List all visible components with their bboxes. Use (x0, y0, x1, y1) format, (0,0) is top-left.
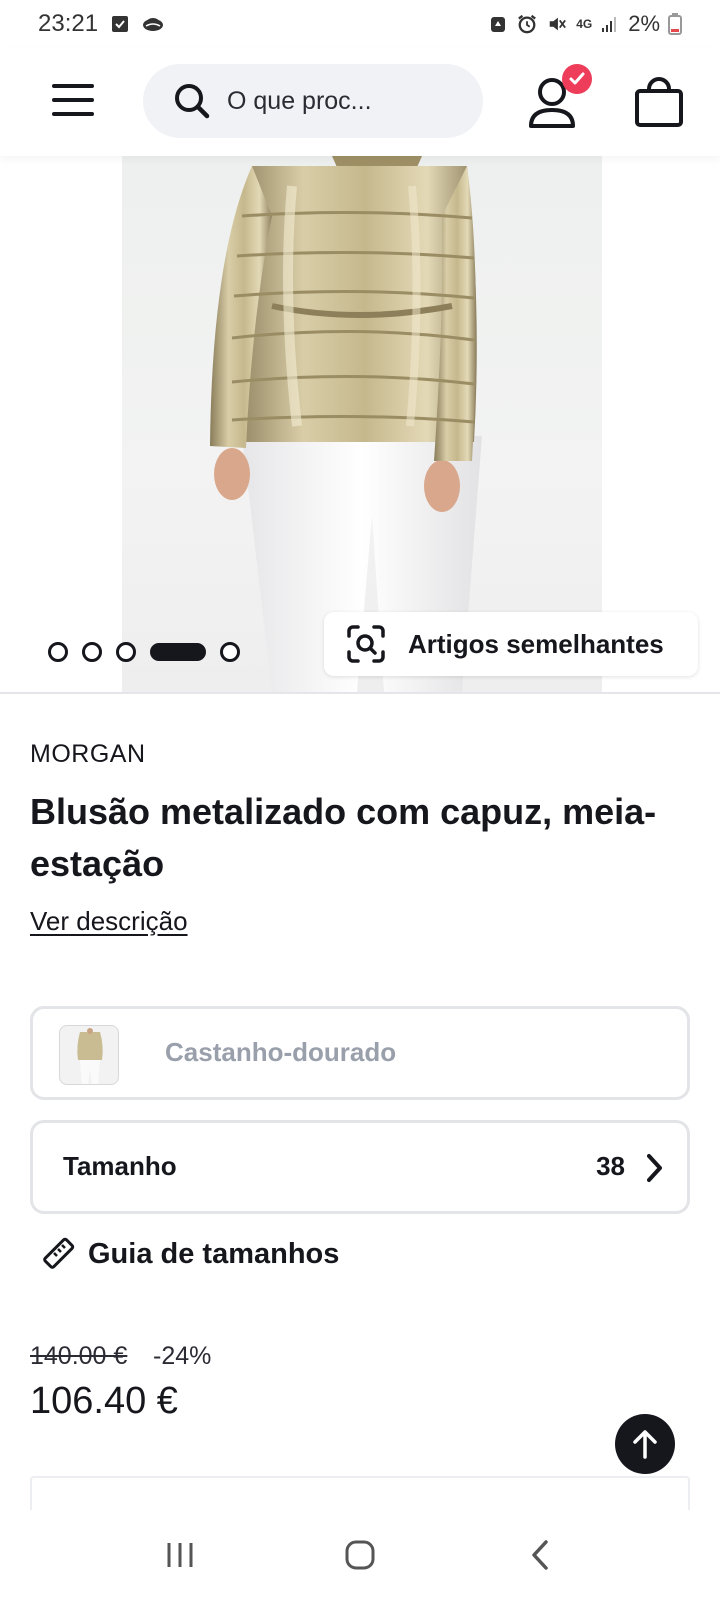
scroll-to-top-button[interactable] (615, 1414, 675, 1474)
discount-badge: -24% (153, 1342, 212, 1370)
recent-apps-icon (167, 1543, 193, 1567)
original-price: 140.00 € (30, 1342, 128, 1370)
alarm-icon (518, 14, 537, 34)
view-description-link[interactable]: Ver descrição (30, 906, 188, 937)
chevron-right-icon (647, 1154, 662, 1182)
logged-in-badge (562, 64, 592, 94)
gallery-dot[interactable] (82, 642, 102, 662)
gallery-dot[interactable] (220, 642, 240, 662)
mute-icon (549, 17, 567, 31)
back-icon (532, 1540, 548, 1570)
product-gallery[interactable]: Artigos semelhantes (0, 156, 720, 692)
arrow-up-icon (633, 1430, 657, 1459)
shopping-bag-icon (635, 77, 683, 127)
product-title: Blusão metalizado com capuz, meia-estaçã… (30, 791, 657, 884)
menu-button[interactable] (52, 82, 98, 122)
status-bar: 23:21 4G 2% (0, 0, 720, 48)
size-value: 38 (596, 1151, 625, 1181)
size-guide-label: Guia de tamanhos (88, 1237, 340, 1270)
size-guide-link[interactable]: Guia de tamanhos (40, 1236, 339, 1272)
recent-apps-button[interactable] (150, 1525, 210, 1585)
recycle-icon (491, 17, 506, 32)
current-price: 106.40 € (30, 1380, 178, 1422)
gallery-dot[interactable] (116, 642, 136, 662)
account-button[interactable] (528, 64, 592, 130)
signal-icon (602, 17, 617, 32)
network-type: 4G (576, 17, 593, 31)
cloud-notification-icon (143, 18, 164, 31)
shopping-bag-button[interactable] (634, 76, 684, 128)
gallery-pagination (48, 642, 240, 662)
app-header: O que proc... (0, 48, 720, 156)
gallery-dot-active[interactable] (150, 643, 206, 661)
home-icon (345, 1540, 375, 1570)
home-button[interactable] (330, 1525, 390, 1585)
similar-items-button[interactable]: Artigos semelhantes (324, 612, 698, 676)
system-nav-bar (0, 1510, 720, 1600)
size-selector[interactable]: Tamanho 38 (30, 1120, 690, 1214)
battery-level: 2% (628, 11, 660, 36)
similar-items-label: Artigos semelhantes (408, 628, 664, 659)
back-button[interactable] (510, 1525, 570, 1585)
battery-icon (668, 13, 682, 35)
ruler-icon (43, 1237, 75, 1269)
color-name: Castanho-dourado (165, 1037, 397, 1067)
search-input[interactable]: O que proc... (143, 64, 483, 138)
search-icon (175, 84, 210, 119)
search-placeholder: O que proc... (227, 86, 372, 115)
gallery-dot[interactable] (48, 642, 68, 662)
color-selector[interactable]: Castanho-dourado (30, 1006, 690, 1100)
size-label: Tamanho (63, 1151, 177, 1181)
product-brand[interactable]: MORGAN (30, 740, 146, 769)
divider (0, 692, 720, 694)
status-time: 23:21 (38, 10, 99, 37)
jacket-thumbnail-icon (77, 1028, 103, 1084)
checkbox-notification-icon (112, 16, 129, 32)
color-thumbnail (59, 1025, 119, 1085)
check-icon (569, 72, 585, 85)
visual-search-icon (347, 625, 385, 663)
